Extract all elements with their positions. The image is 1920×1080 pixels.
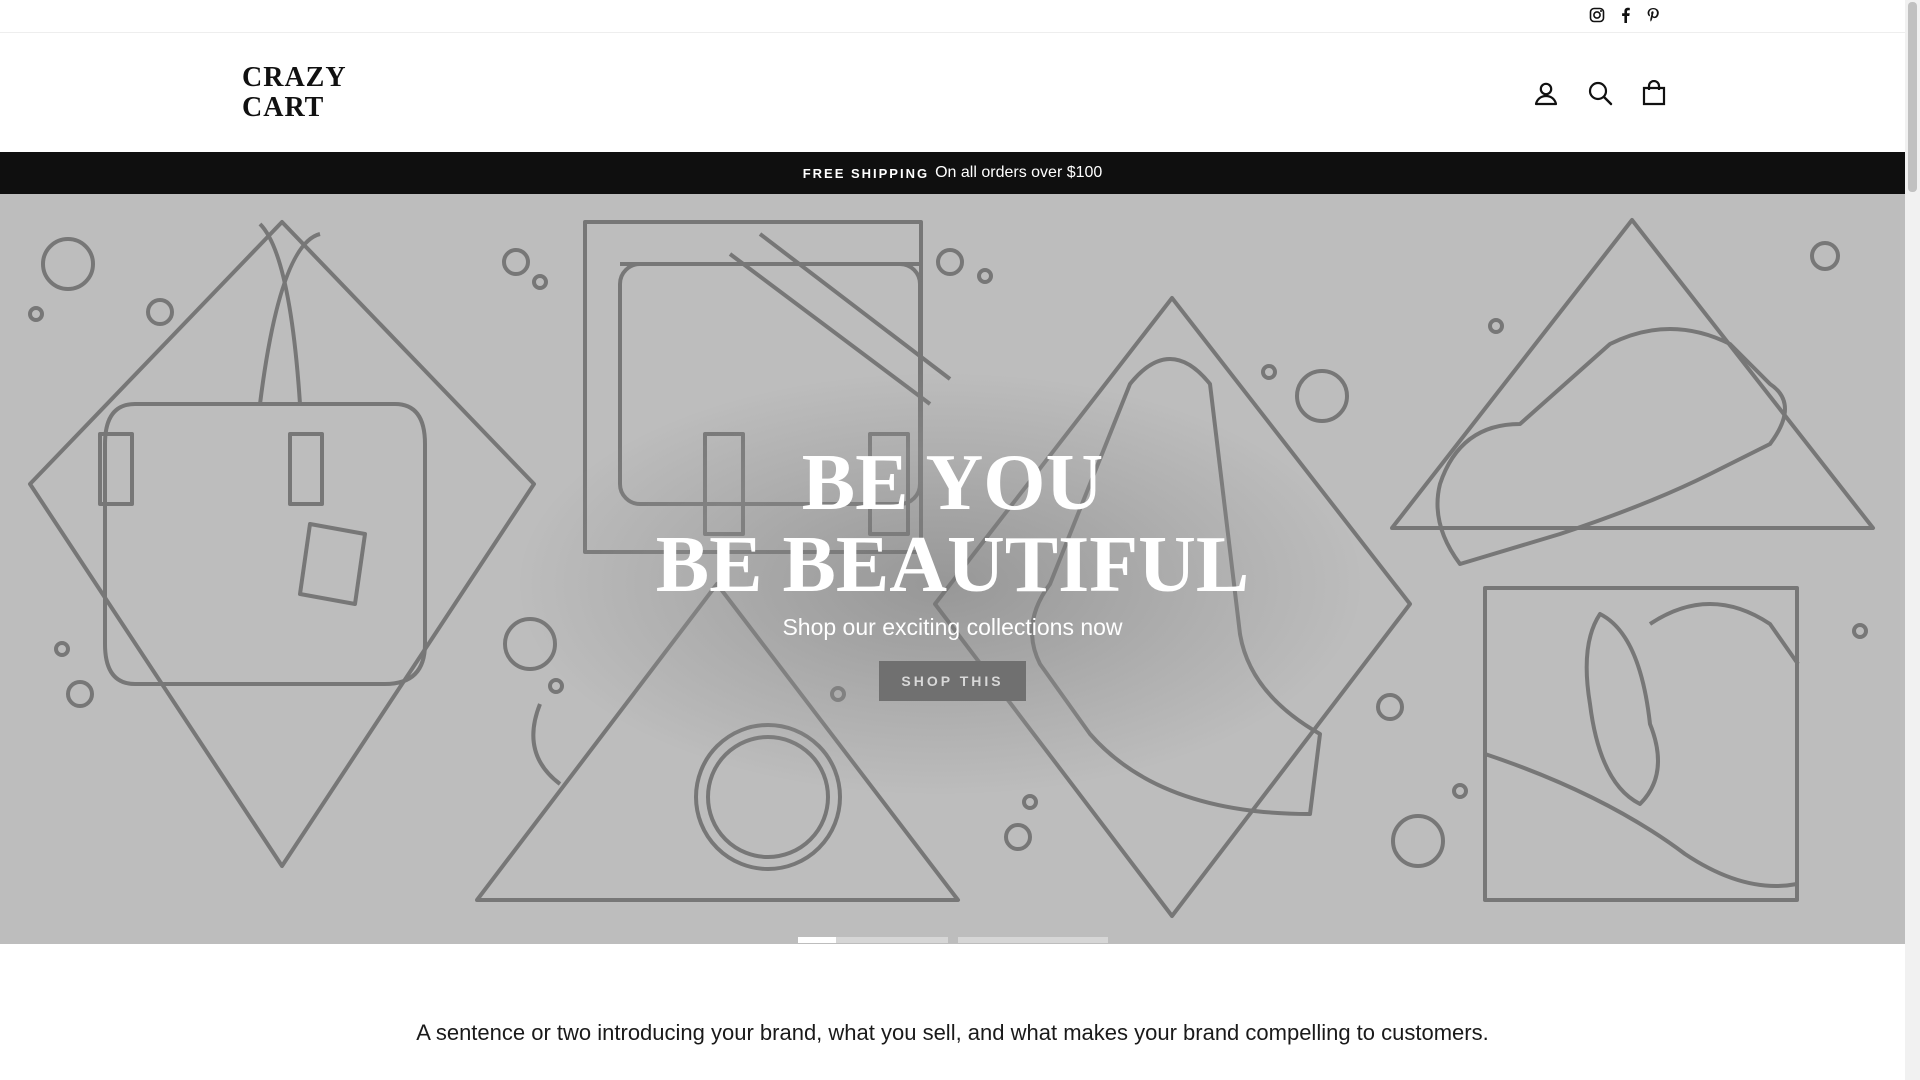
hero-content: BE YOU BE BEAUTIFUL Shop our exciting co… bbox=[0, 442, 1905, 701]
site-header: CRAZY CART bbox=[0, 33, 1905, 151]
facebook-icon[interactable] bbox=[1616, 6, 1634, 24]
hero-title-line-2: BE BEAUTIFUL bbox=[655, 521, 1250, 609]
announcement-bar: FREE SHIPPING On all orders over $100 bbox=[0, 152, 1905, 194]
cart-icon[interactable] bbox=[1638, 77, 1670, 109]
hero-slideshow: BE YOU BE BEAUTIFUL Shop our exciting co… bbox=[0, 194, 1905, 944]
page-scrollbar[interactable] bbox=[1905, 0, 1920, 1080]
slide-progress-1[interactable] bbox=[798, 937, 948, 943]
pinterest-icon[interactable] bbox=[1644, 6, 1662, 24]
social-links bbox=[1588, 6, 1662, 24]
slide-progress-fill bbox=[798, 937, 836, 943]
social-bar bbox=[0, 0, 1905, 33]
slide-progress-2[interactable] bbox=[958, 937, 1108, 943]
hero-title-line-1: BE YOU bbox=[801, 439, 1104, 527]
scrollbar-thumb[interactable] bbox=[1908, 2, 1917, 192]
instagram-icon[interactable] bbox=[1588, 6, 1606, 24]
hero-subtitle: Shop our exciting collections now bbox=[782, 614, 1123, 640]
announcement-strong: FREE SHIPPING bbox=[802, 165, 930, 181]
hero-title: BE YOU BE BEAUTIFUL bbox=[0, 442, 1905, 606]
logo-line-2: CART bbox=[242, 92, 325, 123]
user-icon[interactable] bbox=[1530, 77, 1562, 109]
logo-line-1: CRAZY bbox=[242, 62, 347, 93]
search-icon[interactable] bbox=[1584, 77, 1616, 109]
header-icons bbox=[1530, 77, 1670, 109]
site-logo[interactable]: CRAZY CART bbox=[242, 63, 347, 123]
shop-this-button[interactable]: SHOP THIS bbox=[879, 661, 1026, 701]
intro-text: A sentence or two introducing your brand… bbox=[416, 1020, 1489, 1045]
announcement-text: On all orders over $100 bbox=[935, 164, 1103, 181]
